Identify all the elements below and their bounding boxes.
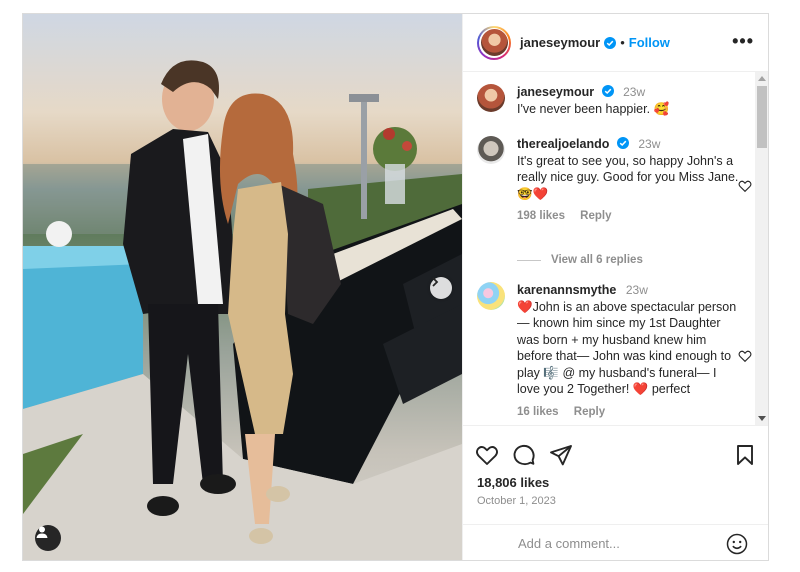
- comment-username[interactable]: therealjoelando: [517, 137, 609, 151]
- verified-badge-icon: [601, 85, 614, 97]
- avatar[interactable]: [477, 136, 505, 164]
- reply-button[interactable]: Reply: [580, 210, 611, 222]
- likes-count[interactable]: 18,806 likes: [477, 475, 549, 490]
- instagram-post: janeseymour • Follow ••• janeseymour 23w…: [22, 13, 769, 561]
- post-actions: 18,806 likes October 1, 2023: [463, 425, 768, 560]
- verified-badge-icon: [616, 137, 629, 149]
- add-comment-input[interactable]: [518, 532, 698, 554]
- comment-icon[interactable]: [512, 443, 536, 467]
- header-separator: •: [620, 35, 625, 50]
- comment-likes[interactable]: 16 likes: [517, 406, 559, 418]
- comment-likes[interactable]: 198 likes: [517, 210, 565, 222]
- avatar-image: [480, 29, 508, 56]
- replies-divider: [517, 259, 541, 261]
- author-avatar[interactable]: [477, 25, 511, 60]
- user-tag-icon: [36, 526, 48, 538]
- scrollbar-thumb[interactable]: [757, 86, 767, 148]
- comment-body: therealjoelando 23w It's great to see yo…: [517, 136, 739, 202]
- comment-username[interactable]: karenannsmythe: [517, 283, 616, 297]
- comment-item: therealjoelando 23w It's great to see yo…: [477, 136, 752, 222]
- view-replies-button[interactable]: View all 6 replies: [517, 254, 643, 266]
- comment-body: janeseymour 23w I've never been happier.…: [517, 84, 739, 117]
- bookmark-icon[interactable]: [733, 443, 757, 467]
- comment-time[interactable]: 23w: [626, 283, 648, 297]
- heart-icon[interactable]: [738, 349, 752, 363]
- comment-meta: 16 likes Reply: [517, 406, 739, 418]
- comment-body: karenannsmythe 23w ❤️John is an above sp…: [517, 282, 739, 398]
- post-header: janeseymour • Follow •••: [463, 14, 768, 72]
- post-photo[interactable]: [23, 14, 462, 560]
- comment-text: I've never been happier. 🥰: [517, 101, 670, 116]
- view-replies-label: View all 6 replies: [551, 254, 643, 266]
- comment-time[interactable]: 23w: [623, 85, 645, 99]
- comment-text: ❤️John is an above spectacular person— k…: [517, 299, 737, 397]
- scroll-up-icon[interactable]: [758, 76, 766, 81]
- next-photo-button[interactable]: [430, 277, 452, 299]
- caption-comment: janeseymour 23w I've never been happier.…: [477, 84, 739, 117]
- comment-username[interactable]: janeseymour: [517, 85, 594, 99]
- comment-text: It's great to see you, so happy John's a…: [517, 153, 739, 201]
- post-side-panel: janeseymour • Follow ••• janeseymour 23w…: [462, 14, 768, 560]
- photo-scene: [23, 60, 462, 560]
- comment-time[interactable]: 23w: [638, 137, 660, 151]
- verified-badge-icon: [604, 36, 617, 49]
- comment-meta: 198 likes Reply: [517, 210, 739, 222]
- heart-icon[interactable]: [475, 443, 499, 467]
- comments-scrollbar[interactable]: [755, 72, 768, 425]
- post-date[interactable]: October 1, 2023: [477, 495, 556, 507]
- heart-icon[interactable]: [738, 179, 752, 193]
- reply-button[interactable]: Reply: [574, 406, 605, 418]
- author-username[interactable]: janeseymour: [520, 35, 600, 50]
- share-icon[interactable]: [549, 443, 573, 467]
- follow-button[interactable]: Follow: [629, 35, 670, 50]
- comment-composer: [463, 524, 768, 560]
- emoji-icon[interactable]: [726, 533, 748, 555]
- chevron-right-icon: [432, 277, 439, 287]
- scroll-down-icon[interactable]: [758, 416, 766, 421]
- avatar[interactable]: [477, 84, 505, 112]
- more-options-icon[interactable]: •••: [732, 32, 754, 50]
- comments-list[interactable]: janeseymour 23w I've never been happier.…: [463, 72, 768, 425]
- comment-item: karenannsmythe 23w ❤️John is an above sp…: [477, 282, 752, 418]
- avatar[interactable]: [477, 282, 505, 310]
- tagged-users-button[interactable]: [35, 525, 61, 551]
